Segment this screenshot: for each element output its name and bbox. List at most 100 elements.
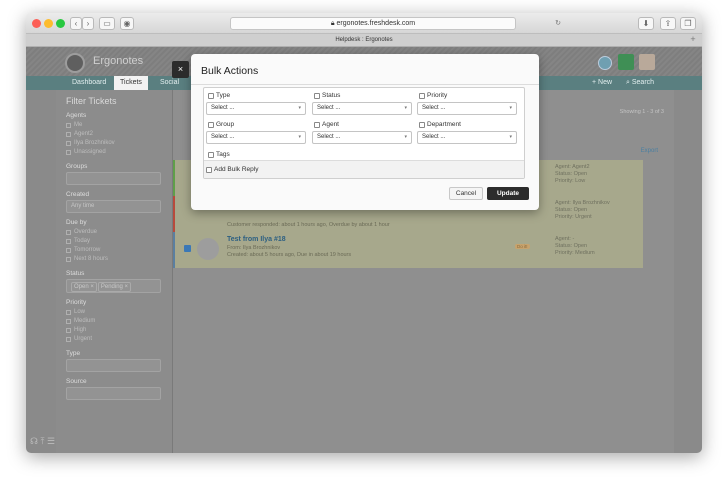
logo-text: Ergonotes bbox=[93, 55, 144, 67]
help-icon[interactable] bbox=[598, 56, 612, 70]
close-window-icon[interactable] bbox=[32, 19, 41, 28]
type-checkbox[interactable]: Type bbox=[208, 92, 230, 99]
zoom-window-icon[interactable] bbox=[56, 19, 65, 28]
bulk-actions-modal: × Bulk Actions Type Status Priority Sele… bbox=[172, 54, 539, 210]
source-input[interactable] bbox=[66, 387, 161, 400]
groups-label: Groups bbox=[66, 163, 88, 170]
ticket-created: Customer responded: about 1 hours ago, O… bbox=[227, 222, 390, 228]
ticket-from: From: Ilya Brozhnikov bbox=[227, 245, 281, 251]
ticket-meta: Agent: - Status: Open Priority: Medium bbox=[555, 236, 595, 256]
priority-label: Priority bbox=[66, 299, 87, 306]
type-select[interactable]: Select ... ▾ bbox=[206, 102, 306, 115]
status-select[interactable]: Select ... ▾ bbox=[312, 102, 412, 115]
agent-option[interactable]: Ilya Brozhnikov bbox=[66, 139, 162, 148]
type-label: Type bbox=[66, 350, 81, 357]
status-input[interactable]: Open × Pending × bbox=[66, 279, 161, 293]
status-label: Status bbox=[66, 270, 85, 277]
logo-icon bbox=[65, 53, 85, 73]
upload-icon[interactable]: ⤒ bbox=[41, 436, 45, 446]
agent-checkbox[interactable]: Agent bbox=[314, 121, 339, 128]
extension-icon[interactable]: ◉ bbox=[120, 17, 134, 30]
priority-option[interactable]: Low bbox=[66, 308, 162, 317]
cancel-button[interactable]: Cancel bbox=[449, 187, 483, 200]
share-icon[interactable]: ⇪ bbox=[660, 17, 676, 30]
url-text: ergonotes.freshdesk.com bbox=[336, 20, 416, 27]
modal-divider bbox=[191, 84, 539, 85]
ticket-checkbox[interactable] bbox=[184, 245, 191, 252]
modal-title: Bulk Actions bbox=[201, 65, 259, 77]
due-option[interactable]: Next 8 hours bbox=[66, 255, 162, 264]
source-label: Source bbox=[66, 378, 87, 385]
tab-dashboard[interactable]: Dashboard bbox=[66, 76, 112, 90]
pagination-info: Showing 1 - 3 of 3 bbox=[619, 109, 664, 115]
priority-option[interactable]: High bbox=[66, 326, 162, 335]
created-label: Created bbox=[66, 191, 90, 198]
chevron-down-icon: ▾ bbox=[509, 134, 512, 140]
type-input[interactable] bbox=[66, 359, 161, 372]
bulk-reply-checkbox[interactable]: Add Bulk Reply bbox=[206, 166, 258, 173]
downloads-icon[interactable]: ⬇ bbox=[638, 17, 654, 30]
new-button[interactable]: + New bbox=[586, 76, 618, 90]
agent-option[interactable]: Unassigned bbox=[66, 148, 162, 157]
update-button[interactable]: Update bbox=[487, 187, 529, 200]
agent-option[interactable]: Me bbox=[66, 121, 162, 130]
agents-label: Agents bbox=[66, 112, 87, 119]
due-option[interactable]: Overdue bbox=[66, 228, 162, 237]
ticket-created: Created: about 5 hours ago, Due in about… bbox=[227, 252, 352, 258]
table-row[interactable]: Test from Ilya #18 From: Ilya Brozhnikov… bbox=[173, 232, 643, 268]
group-checkbox[interactable]: Group bbox=[208, 121, 234, 128]
department-select[interactable]: Select ... ▾ bbox=[417, 131, 517, 144]
forward-icon[interactable]: › bbox=[82, 17, 94, 30]
ticket-title[interactable]: Test from Ilya #18 bbox=[227, 236, 286, 243]
created-select[interactable]: Any time bbox=[66, 200, 161, 213]
agent-option[interactable]: Agent2 bbox=[66, 130, 162, 139]
export-link[interactable]: Export bbox=[641, 148, 658, 154]
priority-option[interactable]: Medium bbox=[66, 317, 162, 326]
status-checkbox[interactable]: Status bbox=[314, 92, 340, 99]
priority-checkbox[interactable]: Priority bbox=[419, 92, 447, 99]
chevron-down-icon: ▾ bbox=[404, 134, 407, 140]
status-chip[interactable]: Pending × bbox=[97, 282, 132, 292]
priority-option[interactable]: Urgent bbox=[66, 335, 162, 344]
filter-sidebar: Filter Tickets Agents Me Agent2 Ilya Bro… bbox=[56, 90, 173, 453]
agent-select[interactable]: Select ... ▾ bbox=[312, 131, 412, 144]
due-label: Due by bbox=[66, 219, 87, 226]
bulk-actions-form: Type Status Priority Select ... ▾ Select … bbox=[203, 87, 525, 179]
status-chip[interactable]: Open × bbox=[71, 282, 97, 292]
reload-icon[interactable]: ↻ bbox=[555, 18, 561, 30]
chevron-down-icon: ▾ bbox=[298, 105, 301, 111]
chevron-down-icon: ▾ bbox=[404, 105, 407, 111]
tab-tickets[interactable]: Tickets bbox=[114, 76, 148, 90]
filter-title: Filter Tickets bbox=[66, 96, 117, 106]
due-option[interactable]: Today bbox=[66, 237, 162, 246]
tags-checkbox[interactable]: Tags bbox=[208, 151, 230, 158]
menu-icon[interactable]: ☰ bbox=[47, 436, 55, 446]
avatar[interactable] bbox=[639, 54, 655, 70]
chevron-down-icon: ▾ bbox=[298, 134, 301, 140]
new-tab-icon[interactable]: + bbox=[688, 35, 698, 45]
ticket-meta: Agent: Agent2 Status: Open Priority: Low bbox=[555, 164, 590, 184]
due-option[interactable]: Tomorrow bbox=[66, 246, 162, 255]
department-checkbox[interactable]: Department bbox=[419, 121, 461, 128]
chat-icon[interactable] bbox=[618, 54, 634, 70]
tab-title[interactable]: Helpdesk : Ergonotes bbox=[335, 37, 392, 43]
ticket-meta: Agent: Ilya Brozhnikov Status: Open Prio… bbox=[555, 200, 610, 220]
group-select[interactable]: Select ... ▾ bbox=[206, 131, 306, 144]
close-icon[interactable]: × bbox=[172, 61, 189, 78]
headset-icon[interactable]: ☊ bbox=[30, 436, 38, 446]
title-bar: ‹ › ▭ ◉ 🔒︎ ergonotes.freshdesk.com ↻ ⬇ ⇪… bbox=[26, 13, 702, 34]
sidebar-toggle-icon[interactable]: ▭ bbox=[99, 17, 115, 30]
back-icon[interactable]: ‹ bbox=[70, 17, 82, 30]
bulk-reply-section: Add Bulk Reply bbox=[204, 160, 524, 178]
chevron-down-icon: ▾ bbox=[509, 105, 512, 111]
priority-select[interactable]: Select ... ▾ bbox=[417, 102, 517, 115]
groups-input[interactable] bbox=[66, 172, 161, 185]
avatar bbox=[197, 238, 219, 260]
status-badge: Do it! bbox=[515, 244, 530, 249]
bottom-toolbar: ☊ ⤒ ☰ bbox=[30, 436, 55, 447]
minimize-window-icon[interactable] bbox=[44, 19, 53, 28]
tabs-icon[interactable]: ❐ bbox=[680, 17, 696, 30]
address-bar[interactable]: 🔒︎ ergonotes.freshdesk.com ↻ bbox=[230, 17, 561, 30]
tab-social[interactable]: Social bbox=[154, 76, 185, 90]
search-button[interactable]: ⌕ Search bbox=[620, 76, 660, 90]
